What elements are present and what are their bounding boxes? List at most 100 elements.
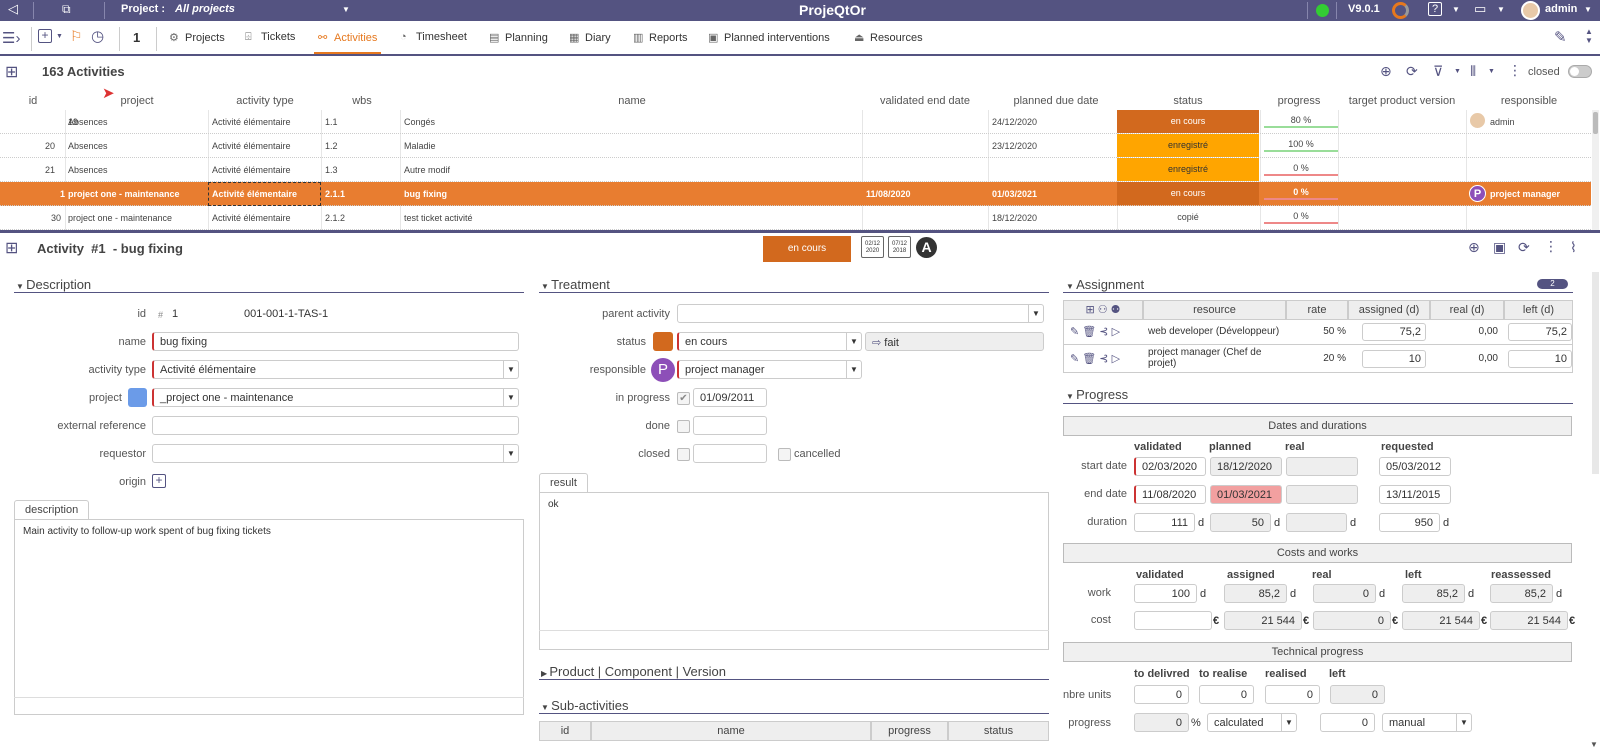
description-section-title[interactable]: ▼ Description: [16, 277, 91, 292]
description-text[interactable]: Main activity to follow-up work spent of…: [14, 519, 524, 715]
more-icon[interactable]: ⋮: [1508, 62, 1522, 78]
col-activity-type[interactable]: activity type: [236, 95, 293, 107]
in-progress-date[interactable]: 01/09/2011: [693, 388, 767, 407]
chevron-down-icon[interactable]: ▼: [1452, 5, 1460, 14]
save-icon[interactable]: ▣: [1493, 239, 1506, 255]
col-project[interactable]: project: [120, 95, 153, 107]
closed-toggle[interactable]: [1568, 65, 1592, 78]
done-date[interactable]: [693, 416, 767, 435]
scroll-arrows-icon[interactable]: ▲ ▼: [1585, 27, 1593, 45]
status-select[interactable]: en cours ▼: [677, 332, 862, 351]
cancelled-checkbox[interactable]: [778, 448, 791, 461]
menu-timesheet[interactable]: ◔ Timesheet: [400, 31, 467, 43]
menu-planned-interventions[interactable]: ▣ Planned interventions: [708, 31, 830, 44]
units-realised[interactable]: 0: [1265, 685, 1320, 704]
manual-progress-value[interactable]: 0: [1320, 713, 1375, 732]
col-progress[interactable]: progress: [1278, 95, 1321, 107]
menu-reports[interactable]: ▥ Reports: [633, 31, 688, 44]
table-row[interactable]: 30 project one - maintenance Activité él…: [0, 206, 1591, 230]
external-reference-field[interactable]: [152, 416, 519, 435]
list-scrollbar[interactable]: [1592, 110, 1599, 230]
table-row[interactable]: ✎ 🗑 ⊰ ▷ web developer (Développeur) 50 %…: [1063, 320, 1573, 345]
table-row-selected[interactable]: 1 project one - maintenance Activité élé…: [0, 182, 1591, 206]
history-icon[interactable]: ◷: [91, 27, 104, 45]
chevron-down-icon[interactable]: ▼: [342, 5, 350, 14]
col-validated-end-date[interactable]: validated end date: [880, 95, 970, 107]
description-tab[interactable]: description: [14, 500, 90, 519]
table-row[interactable]: ✎ 🗑 ⊰ ▷ project manager (Chef de projet)…: [1063, 345, 1573, 373]
start-requested[interactable]: 05/03/2012: [1379, 457, 1451, 476]
attachment-icon[interactable]: ⌇: [1570, 239, 1577, 255]
chevron-down-icon[interactable]: ▼: [1454, 68, 1461, 75]
menu-resources[interactable]: ⏏ Resources: [854, 31, 923, 44]
progress-section-title[interactable]: ▼ Progress: [1066, 387, 1128, 402]
splitter[interactable]: [0, 230, 1600, 233]
chevron-down-icon[interactable]: ▼: [503, 445, 518, 462]
hamburger-icon[interactable]: ☰›: [2, 29, 20, 47]
treatment-section-title[interactable]: ▼ Treatment: [541, 277, 610, 292]
chevron-down-icon[interactable]: ▼: [1497, 5, 1505, 14]
bookmark-icon[interactable]: ⚐: [70, 28, 83, 45]
manual-mode-select[interactable]: manual ▼: [1382, 713, 1472, 732]
chevron-down-icon[interactable]: ▼: [846, 333, 861, 350]
end-requested[interactable]: 13/11/2015: [1379, 485, 1451, 504]
user-avatar[interactable]: [1521, 1, 1540, 20]
table-row[interactable]: 19 Absences Activité élémentaire 1.1 Con…: [0, 110, 1591, 134]
chevron-down-icon[interactable]: ▼: [1584, 5, 1592, 14]
menu-tickets[interactable]: ⌹ Tickets: [245, 31, 295, 44]
table-row[interactable]: 21 Absences Activité élémentaire 1.3 Aut…: [0, 158, 1591, 182]
chevron-down-icon[interactable]: ▼: [503, 389, 518, 406]
duration-requested[interactable]: 950: [1379, 513, 1440, 532]
chevron-down-icon[interactable]: ▼: [1456, 714, 1471, 731]
requestor-select[interactable]: ▼: [152, 444, 519, 463]
switch-view-icon[interactable]: ⧉: [62, 2, 71, 17]
add-origin-icon[interactable]: +: [152, 474, 166, 488]
scroll-down-icon[interactable]: ▼: [1590, 740, 1598, 749]
detail-scrollbar[interactable]: [1592, 272, 1599, 474]
in-progress-checkbox[interactable]: ✔: [677, 392, 690, 405]
add-assignment-icon[interactable]: ⊞ ⚇ ⚉: [1085, 304, 1120, 316]
project-selector[interactable]: All projects: [175, 3, 235, 15]
user-name[interactable]: admin: [1545, 3, 1577, 15]
new-item-icon[interactable]: ⊕: [1380, 63, 1392, 79]
row-actions-icon[interactable]: ✎ 🗑 ⊰ ▷: [1070, 352, 1120, 365]
closed-date[interactable]: [693, 444, 767, 463]
activity-type-select[interactable]: Activité élémentaire ▼: [152, 360, 519, 379]
col-id[interactable]: id: [29, 95, 38, 107]
product-section-title[interactable]: ▶ Product | Component | Version: [541, 664, 726, 679]
result-text[interactable]: ok: [539, 492, 1049, 650]
responsible-select[interactable]: project manager ▼: [677, 360, 862, 379]
chevron-down-icon[interactable]: ▼: [1488, 68, 1495, 75]
help-icon[interactable]: ?: [1428, 2, 1443, 16]
columns-icon[interactable]: ⦀: [1470, 63, 1476, 79]
add-icon[interactable]: +: [38, 29, 52, 43]
project-select[interactable]: _project one - maintenance ▼: [152, 388, 519, 407]
chevron-down-icon[interactable]: ▼: [1281, 714, 1296, 731]
menu-projects[interactable]: ⚙ Projects: [169, 31, 225, 44]
parent-activity-select[interactable]: ▼: [677, 304, 1044, 323]
table-row[interactable]: 20 Absences Activité élémentaire 1.2 Mal…: [0, 134, 1591, 158]
col-status[interactable]: status: [1173, 95, 1202, 107]
chevron-down-icon[interactable]: ▼: [503, 361, 518, 378]
pencil-icon[interactable]: ✎: [1554, 28, 1567, 46]
col-target-product-version[interactable]: target product version: [1349, 95, 1455, 107]
cost-validated[interactable]: [1134, 611, 1212, 630]
end-validated[interactable]: 11/08/2020: [1134, 485, 1206, 504]
next-status-button[interactable]: ⇨ fait: [865, 332, 1044, 351]
chevron-down-icon[interactable]: ▼: [1028, 305, 1043, 322]
new-item-icon[interactable]: ⊕: [1468, 239, 1480, 255]
col-responsible[interactable]: responsible: [1501, 95, 1557, 107]
chevron-down-icon[interactable]: ▼: [846, 361, 861, 378]
col-name[interactable]: name: [618, 95, 646, 107]
work-validated[interactable]: 100: [1134, 584, 1197, 603]
row-actions-icon[interactable]: ✎ 🗑 ⊰ ▷: [1070, 325, 1120, 338]
menu-planning[interactable]: ▤ Planning: [489, 31, 548, 44]
units-to-realise[interactable]: 0: [1199, 685, 1254, 704]
collapse-icon[interactable]: ◁: [8, 1, 18, 17]
assignment-section-title[interactable]: ▼ Assignment: [1066, 277, 1144, 292]
menu-diary[interactable]: ▦ Diary: [569, 31, 611, 44]
sub-activities-section-title[interactable]: ▼ Sub-activities: [541, 698, 628, 713]
menu-activities[interactable]: ⚯ Activities: [313, 31, 382, 54]
progress-mode-select[interactable]: calculated ▼: [1207, 713, 1297, 732]
refresh-icon[interactable]: ⟳: [1518, 239, 1530, 255]
